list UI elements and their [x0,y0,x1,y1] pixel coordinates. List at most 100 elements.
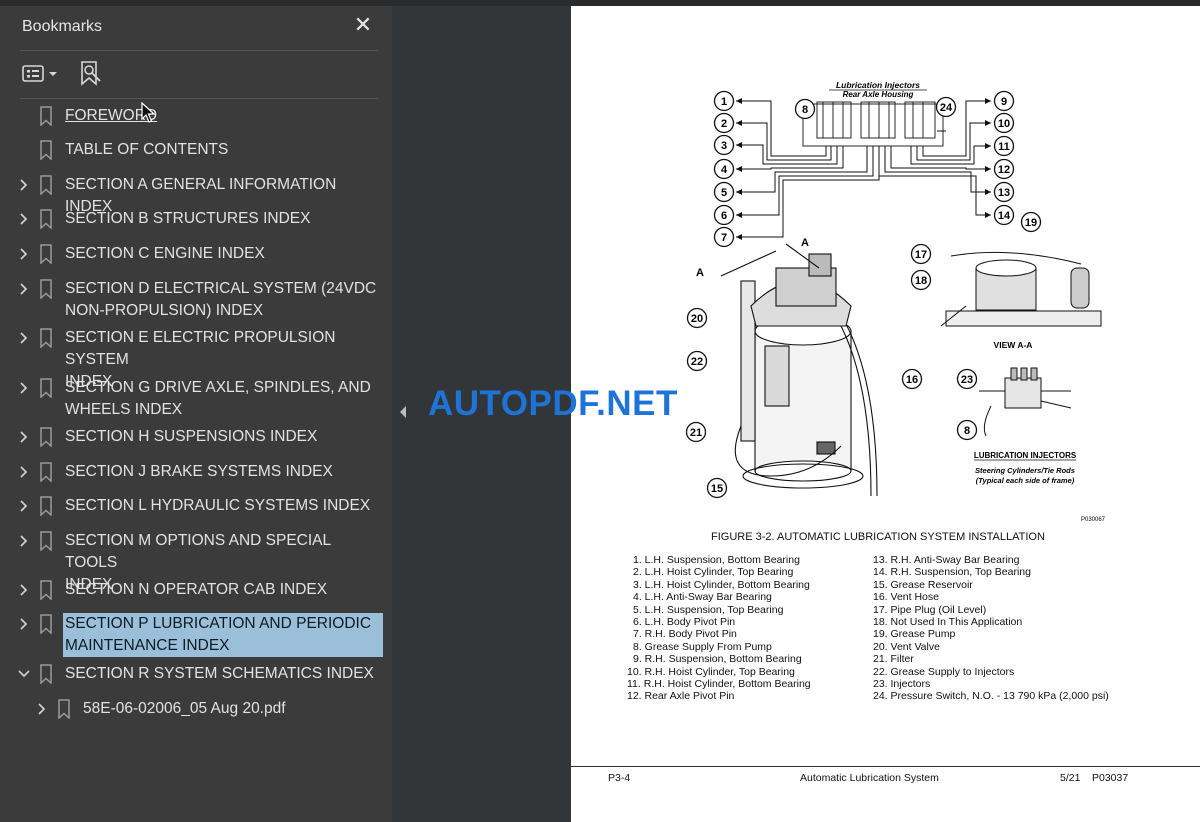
bookmark-flag-icon [40,664,52,684]
footer-date: 5/21 [1060,772,1081,784]
diagram-top-label: Lubrication Injectors [836,80,920,90]
legend-item: 23. Injectors [873,678,931,691]
legend-item: 20. Vent Valve [873,640,940,653]
callout-number: 6 [721,210,727,222]
bookmark-label[interactable]: SECTION B STRUCTURES INDEX [65,208,385,230]
bookmark-flag-icon [40,244,52,264]
callout-number: 16 [906,374,918,386]
panel-divider [20,50,378,51]
legend-item: 9. R.H. Suspension, Bottom Bearing [633,653,802,666]
callout-number: 22 [691,356,703,368]
bookmark-label-line: SECTION P LUBRICATION AND PERIODIC [65,615,372,632]
callout-number: 18 [915,275,927,287]
bookmark-flag-icon [40,378,52,398]
view-label: VIEW A-A [994,340,1033,350]
legend-item: 2. L.H. Hoist Cylinder, Top Bearing [633,566,794,579]
bookmark-flag-icon [40,462,52,482]
chevron-right-icon[interactable] [16,211,32,227]
bookmark-label[interactable]: SECTION L HYDRAULIC SYSTEMS INDEX [65,495,385,517]
chevron-right-icon[interactable] [16,177,32,193]
bookmark-flag-icon [40,175,52,195]
legend-item: 7. R.H. Body Pivot Pin [633,628,737,641]
section-marker-label: A [696,267,704,279]
bookmark-flag-icon [40,427,52,447]
bookmark-label-line: SECTION G DRIVE AXLE, SPINDLES, AND [65,379,371,396]
callout-number: 24 [940,102,953,114]
bookmark-flag-icon [40,496,52,516]
legend-item: 4. L.H. Anti-Sway Bar Bearing [633,591,772,604]
callout-number: 13 [998,187,1010,199]
callout-number: 20 [691,313,703,325]
callout-number: 8 [964,425,970,437]
bookmark-flag-icon [58,699,70,719]
bookmark-flag-icon [40,614,52,634]
bookmark-label[interactable]: SECTION D ELECTRICAL SYSTEM (24VDC NON-PR… [65,278,385,322]
footer-doc-id: P03037 [1092,772,1129,784]
chevron-right-icon[interactable] [16,582,32,598]
bookmark-label[interactable]: SECTION H SUSPENSIONS INDEX [65,426,385,448]
options-menu-button[interactable] [20,62,62,86]
chevron-right-icon[interactable] [16,616,32,632]
legend-item: 21. Filter [873,653,914,666]
bookmark-label-line: MAINTENANCE INDEX [65,637,230,654]
chevron-down-icon[interactable] [16,666,32,682]
legend-item: 17. Pipe Plug (Oil Level) [873,603,987,616]
legend-item: 19. Grease Pump [873,628,956,641]
chevron-right-icon[interactable] [16,246,32,262]
view-a-a-drawing [940,251,1102,327]
callout-number: 23 [961,374,973,386]
bookmark-label[interactable]: SECTION G DRIVE AXLE, SPINDLES, AND WHEEL… [65,377,385,421]
legend-item: 5. L.H. Suspension, Top Bearing [633,603,784,616]
legend-item: 6. L.H. Body Pivot Pin [633,616,736,629]
callout-number: 7 [721,232,727,244]
callout-number: 15 [711,483,723,495]
footer-rule [571,766,1200,767]
lubrication-system-diagram: Lubrication Injectors Rear Axle Housing [685,80,1106,523]
legend-item: 18. Not Used In This Application [873,616,1023,629]
panel-title: Bookmarks [22,18,103,35]
find-bookmark-button[interactable] [78,60,104,88]
legend-item: 1. L.H. Suspension, Bottom Bearing [633,554,800,566]
flow-arrowheads [736,98,991,240]
chevron-right-icon[interactable] [16,330,32,346]
callout-number: 5 [721,187,727,199]
bookmark-label[interactable]: SECTION P LUBRICATION AND PERIODIC MAINTE… [63,613,383,657]
bookmark-label[interactable]: 58E-06-02006_05 Aug 20.pdf [83,698,403,720]
bookmark-label-line: SECTION E ELECTRIC PROPULSION SYSTEM [65,329,336,368]
bookmark-flag-icon [40,531,52,551]
callout-number: 1 [721,96,727,108]
bookmark-label[interactable]: FOREWORD [65,105,385,127]
legend-item: 14. R.H. Suspension, Top Bearing [873,566,1031,579]
bookmark-label[interactable]: SECTION N OPERATOR CAB INDEX [65,579,385,601]
bookmark-label[interactable]: SECTION C ENGINE INDEX [65,243,385,265]
collapse-panel-arrow-icon[interactable] [398,405,408,419]
steering-injector-drawing [979,367,1072,437]
close-icon[interactable]: ✕ [352,14,374,36]
chevron-right-icon[interactable] [16,498,32,514]
bookmark-label[interactable]: SECTION R SYSTEM SCHEMATICS INDEX [65,663,385,685]
chevron-right-icon[interactable] [16,464,32,480]
chevron-right-icon[interactable] [16,281,32,297]
callout-number: 12 [998,164,1010,176]
bookmark-flag-icon [40,140,52,160]
mouse-cursor-icon [141,102,155,123]
legend-item: 16. Vent Hose [873,591,939,604]
bookmark-label-line: NON-PROPULSION) INDEX [65,302,264,319]
callout-number: 9 [1001,96,1007,108]
bookmark-label[interactable]: SECTION J BRAKE SYSTEMS INDEX [65,461,385,483]
chevron-right-icon[interactable] [16,429,32,445]
callout-number: 4 [721,164,728,176]
callout-number: 8 [802,104,808,116]
callout-number: 21 [690,427,702,439]
find-bookmark-icon [81,61,101,86]
chevron-right-icon[interactable] [16,380,32,396]
bookmark-label[interactable]: TABLE OF CONTENTS [65,139,385,161]
chevron-right-icon[interactable] [16,533,32,549]
chevron-right-icon[interactable] [34,701,50,717]
bookmark-label-line: WHEELS INDEX [65,401,183,418]
callout-number: 19 [1025,217,1037,229]
legend-item: 10. R.H. Hoist Cylinder, Top Bearing [627,665,795,678]
legend-item: 8. Grease Supply From Pump [633,640,772,653]
injector-detail-sublabel: (Typical each side of frame) [976,476,1075,485]
grease-reservoir-drawing [720,243,878,497]
